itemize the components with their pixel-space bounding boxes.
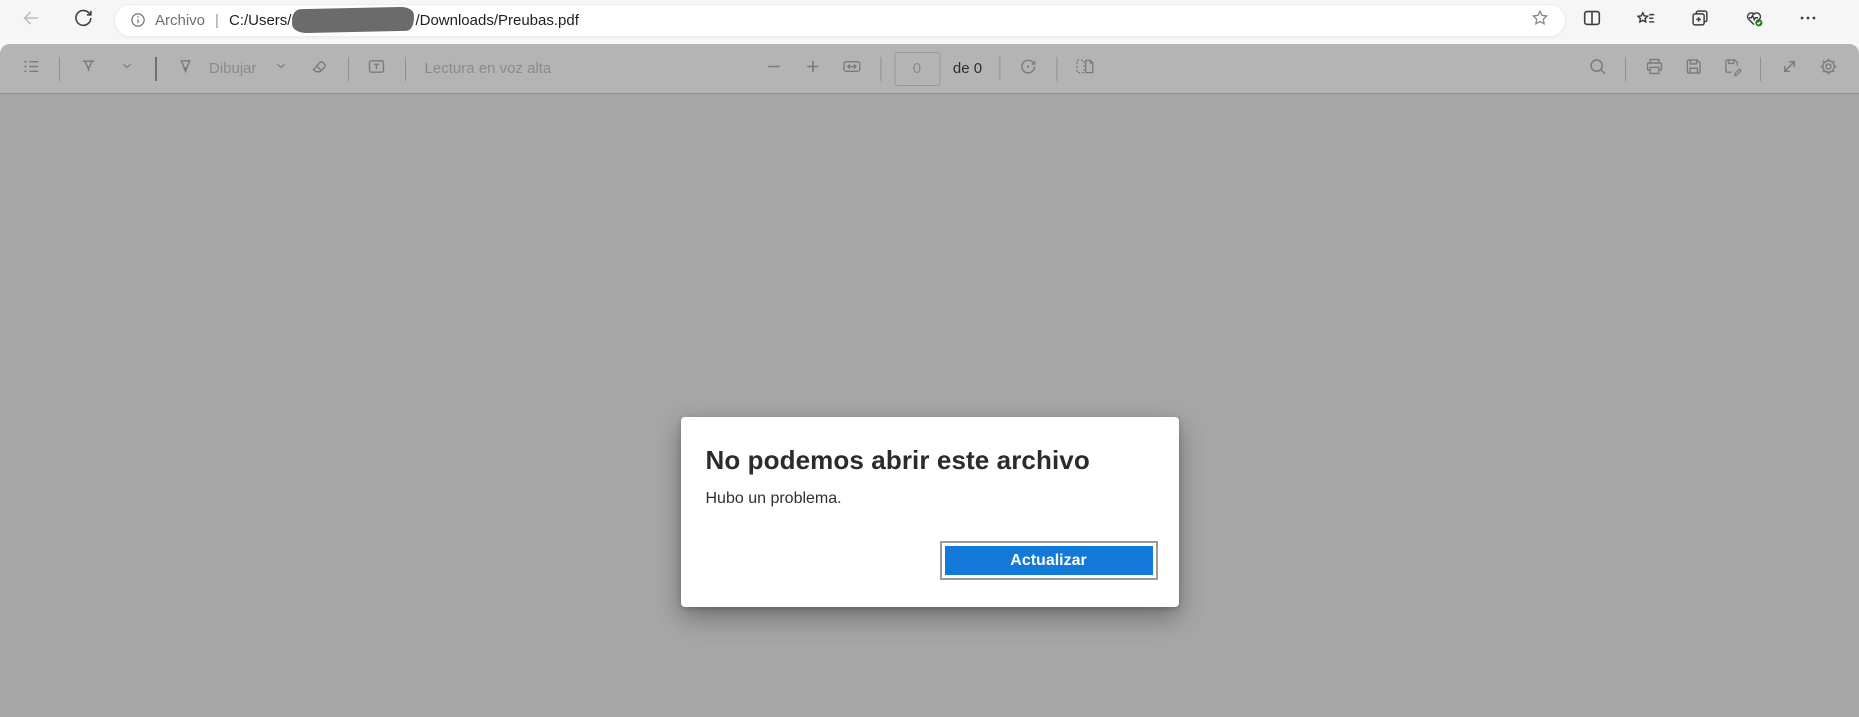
- divider: [999, 56, 1001, 81]
- settings-button[interactable]: [1813, 52, 1843, 86]
- toolbar-left-group: Dibujar Lectura en voz alta: [16, 52, 551, 86]
- save-as-button[interactable]: [1717, 52, 1747, 86]
- split-screen-icon: [1581, 7, 1603, 34]
- error-dialog-title: No podemos abrir este archivo: [705, 445, 1090, 475]
- table-of-contents-icon: [21, 56, 42, 82]
- refresh-button-focus-frame: Actualizar: [939, 541, 1158, 580]
- zoom-in-button[interactable]: [798, 52, 828, 86]
- info-icon[interactable]: [129, 11, 147, 29]
- print-icon: [1644, 56, 1665, 82]
- divider: [347, 56, 349, 81]
- browser-essentials-icon: [1743, 7, 1765, 34]
- collections-button[interactable]: [1684, 3, 1716, 37]
- chevron-down-icon: [274, 59, 288, 78]
- save-button[interactable]: [1678, 52, 1708, 86]
- address-scheme-label: Archivo: [155, 11, 206, 29]
- url-suffix: /Downloads/Preubas.pdf: [415, 11, 579, 29]
- pen-icon: [175, 56, 196, 82]
- favorites-icon: [1635, 7, 1657, 34]
- address-separator: |: [215, 11, 219, 29]
- address-url: C:/Users/ /Downloads/Preubas.pdf: [228, 6, 579, 34]
- toolbar-center-group: de 0: [759, 51, 1100, 86]
- redacted-username: [292, 6, 415, 34]
- favorites-button[interactable]: [1630, 3, 1662, 37]
- highlighter-button[interactable]: [73, 52, 103, 86]
- settings-gear-icon: [1818, 56, 1839, 82]
- highlighter-icon: [78, 56, 99, 82]
- more-menu-button[interactable]: [1792, 3, 1824, 37]
- pdf-toolbar: Dibujar Lectura en voz alta 0 de 0: [0, 44, 1859, 94]
- zoom-out-icon: [763, 56, 784, 82]
- page-view-button[interactable]: [1070, 52, 1100, 86]
- chevron-down-icon: [120, 59, 134, 78]
- divider: [1625, 56, 1626, 81]
- browser-essentials-button[interactable]: [1738, 3, 1770, 37]
- search-icon: [1587, 56, 1608, 82]
- divider: [1760, 56, 1761, 81]
- eraser-button[interactable]: [305, 52, 335, 86]
- page-count-label: de 0: [952, 60, 983, 77]
- page-view-icon: [1075, 56, 1096, 82]
- eraser-icon: [309, 56, 330, 82]
- draw-options-button[interactable]: [266, 52, 296, 86]
- back-icon: [20, 7, 42, 34]
- draw-label[interactable]: Dibujar: [209, 60, 257, 77]
- rotate-icon: [1018, 56, 1039, 82]
- divider: [59, 56, 60, 81]
- error-dialog: No podemos abrir este archivo Hubo un pr…: [680, 417, 1179, 607]
- split-screen-button[interactable]: [1576, 3, 1608, 37]
- divider: [1056, 56, 1058, 81]
- divider: [155, 56, 157, 81]
- collections-icon: [1689, 7, 1711, 34]
- save-as-icon: [1722, 56, 1743, 82]
- error-dialog-message: Hubo un problema.: [705, 490, 842, 507]
- refresh-button[interactable]: [66, 3, 100, 37]
- address-bar[interactable]: Archivo | C:/Users/ /Downloads/Preubas.p…: [114, 3, 1566, 37]
- read-aloud-button[interactable]: Lectura en voz alta: [425, 60, 552, 77]
- save-icon: [1683, 56, 1704, 82]
- table-of-contents-button[interactable]: [16, 52, 46, 86]
- page-number-input[interactable]: [893, 51, 940, 86]
- url-prefix: C:/Users/: [228, 11, 292, 29]
- rotate-button[interactable]: [1013, 52, 1043, 86]
- back-button[interactable]: [14, 3, 48, 37]
- fit-to-width-button[interactable]: [837, 52, 867, 86]
- add-text-icon: [366, 56, 387, 82]
- add-favorite-button[interactable]: [1523, 3, 1557, 37]
- more-icon: [1797, 7, 1819, 34]
- zoom-in-icon: [802, 56, 823, 82]
- fullscreen-button[interactable]: [1774, 52, 1804, 86]
- highlighter-options-button[interactable]: [112, 52, 142, 86]
- fullscreen-icon: [1779, 56, 1800, 82]
- pdf-viewer: Dibujar Lectura en voz alta 0 de 0 No po…: [0, 44, 1859, 717]
- toolbar-right-group: [1582, 52, 1843, 86]
- draw-button[interactable]: [170, 52, 200, 86]
- browser-chrome: Archivo | C:/Users/ /Downloads/Preubas.p…: [0, 0, 1859, 44]
- pdf-content-area: No podemos abrir este archivo Hubo un pr…: [0, 94, 1859, 716]
- search-button[interactable]: [1582, 52, 1612, 86]
- favorite-star-icon: [1529, 7, 1551, 34]
- print-button[interactable]: [1639, 52, 1669, 86]
- chrome-actions: [1576, 3, 1824, 37]
- divider: [404, 56, 406, 81]
- dialog-refresh-button[interactable]: Actualizar: [944, 546, 1153, 575]
- add-text-button[interactable]: [362, 52, 392, 86]
- zoom-out-button[interactable]: [759, 52, 789, 86]
- fit-to-width-icon: [841, 56, 862, 82]
- divider: [879, 56, 881, 81]
- refresh-icon: [72, 7, 94, 34]
